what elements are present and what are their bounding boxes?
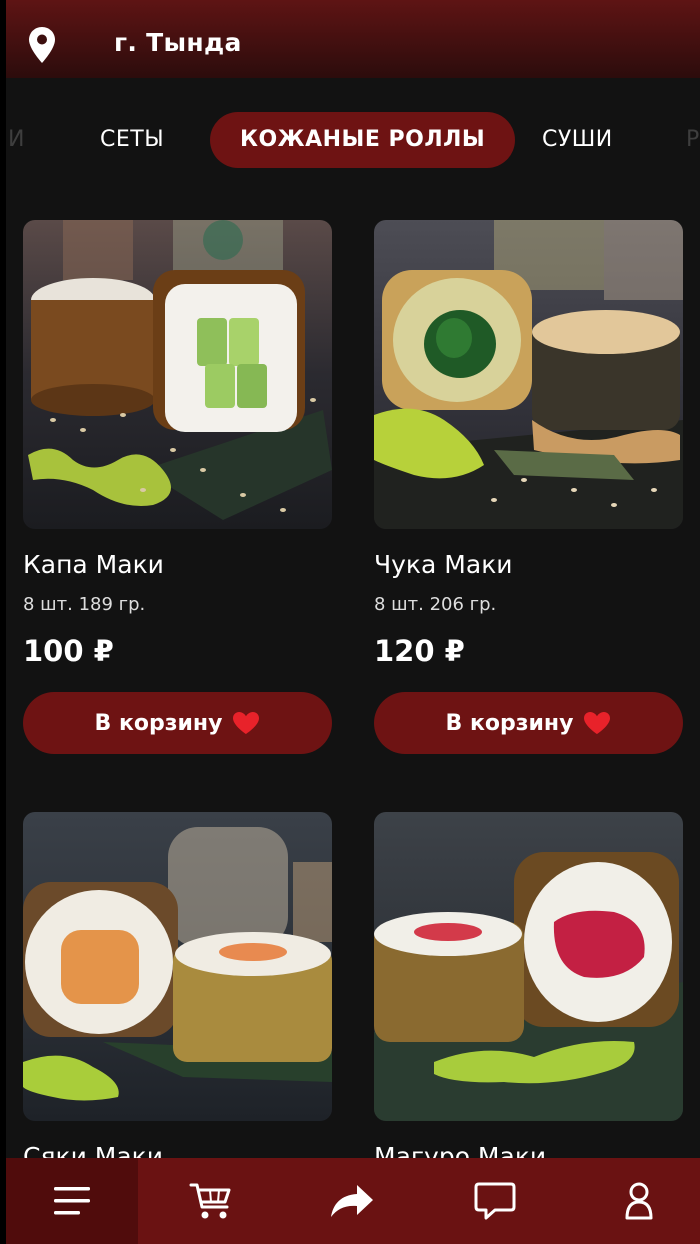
product-price: 120 ₽: [374, 634, 465, 668]
category-tabs: И СЕТЫ КОЖАНЫЕ РОЛЛЫ СУШИ Р: [6, 112, 700, 172]
add-to-cart-label: В корзину: [94, 710, 223, 736]
product-name: Капа Маки: [23, 550, 164, 579]
product-details: 8 шт. 206 гр.: [374, 594, 497, 615]
product-price: 100 ₽: [23, 634, 114, 668]
tab-sushi[interactable]: СУШИ: [542, 112, 613, 168]
app-screen: г. Тында И СЕТЫ КОЖАНЫЕ РОЛЛЫ СУШИ Р Кап…: [6, 0, 700, 1244]
nav-cart[interactable]: [166, 1158, 256, 1244]
sushi-photo-seaweed: [374, 220, 683, 529]
product-details: 8 шт. 189 гр.: [23, 594, 146, 615]
sushi-photo-tuna: [374, 812, 683, 1121]
sushi-photo-salmon: [23, 812, 332, 1121]
product-photo[interactable]: [374, 812, 683, 1121]
tab-next[interactable]: Р: [686, 112, 700, 168]
cart-icon: [189, 1183, 231, 1219]
location-pin-icon: [29, 27, 55, 63]
tab-previous[interactable]: И: [8, 112, 25, 168]
add-to-cart-label: В корзину: [445, 710, 574, 736]
nav-chat[interactable]: [450, 1158, 540, 1244]
share-icon: [331, 1185, 373, 1217]
menu-icon: [54, 1187, 90, 1215]
product-name: Чука Маки: [374, 550, 513, 579]
tab-leather-rolls[interactable]: КОЖАНЫЕ РОЛЛЫ: [210, 112, 516, 168]
sushi-photo-cucumber: [23, 220, 332, 529]
city-name: г. Тында: [114, 28, 242, 57]
chat-icon: [474, 1182, 516, 1220]
nav-menu[interactable]: [6, 1158, 138, 1244]
tab-sets[interactable]: СЕТЫ: [100, 112, 164, 168]
location-header[interactable]: г. Тында: [6, 0, 700, 78]
product-photo[interactable]: [374, 220, 683, 529]
heart-icon: [233, 712, 260, 734]
add-to-cart-button[interactable]: В корзину: [374, 692, 683, 754]
nav-share[interactable]: [306, 1158, 398, 1244]
product-photo[interactable]: [23, 812, 332, 1121]
add-to-cart-button[interactable]: В корзину: [23, 692, 332, 754]
profile-icon: [625, 1182, 653, 1220]
product-photo[interactable]: [23, 220, 332, 529]
nav-profile[interactable]: [596, 1158, 682, 1244]
bottom-navigation: [6, 1158, 700, 1244]
heart-icon: [584, 712, 611, 734]
